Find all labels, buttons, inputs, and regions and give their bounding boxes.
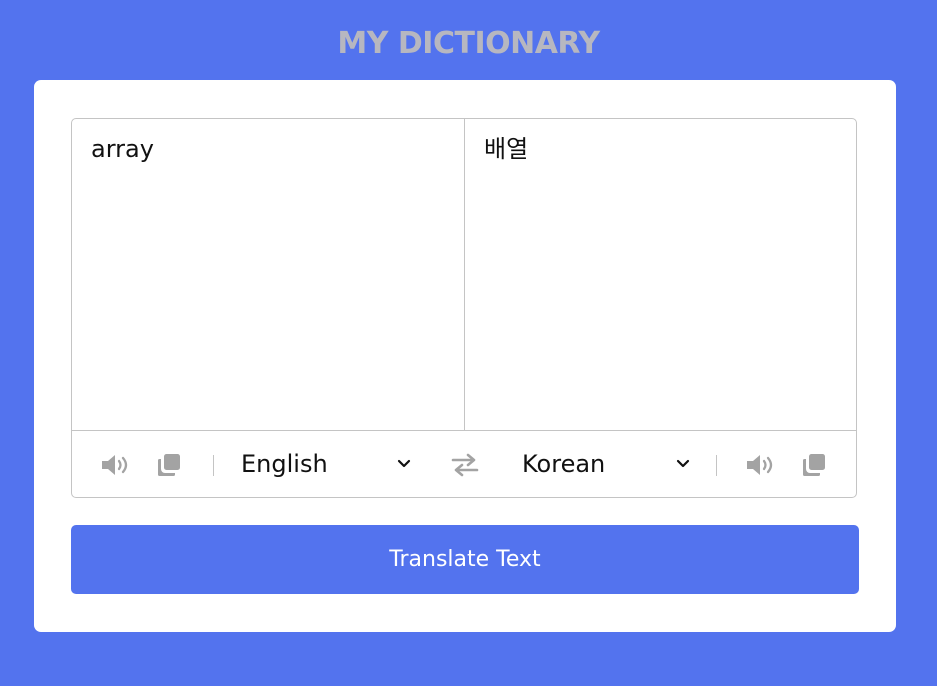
from-language-select[interactable]: English — [241, 447, 411, 481]
chevron-down-icon — [676, 459, 690, 468]
translator-card: array 배열 English Korean Translate Text — [34, 80, 896, 632]
to-language-label: Korean — [522, 450, 606, 478]
translate-button[interactable]: Translate Text — [71, 525, 859, 594]
controls-bar: English Korean — [72, 431, 856, 497]
translator-panel: array 배열 English Korean — [71, 118, 857, 498]
copy-icon[interactable] — [799, 452, 829, 478]
target-textarea[interactable]: 배열 — [465, 119, 856, 431]
chevron-down-icon — [397, 459, 411, 468]
source-textarea[interactable]: array — [72, 119, 465, 431]
speaker-icon[interactable] — [101, 452, 131, 478]
from-language-label: English — [241, 450, 328, 478]
copy-icon[interactable] — [154, 452, 184, 478]
speaker-icon[interactable] — [746, 452, 776, 478]
swap-arrows-icon[interactable] — [450, 452, 480, 478]
divider-right — [716, 455, 717, 476]
app-title: MY DICTIONARY — [337, 26, 600, 61]
text-areas: array 배열 — [72, 119, 856, 431]
to-language-select[interactable]: Korean — [522, 447, 692, 481]
divider-left — [213, 455, 214, 476]
